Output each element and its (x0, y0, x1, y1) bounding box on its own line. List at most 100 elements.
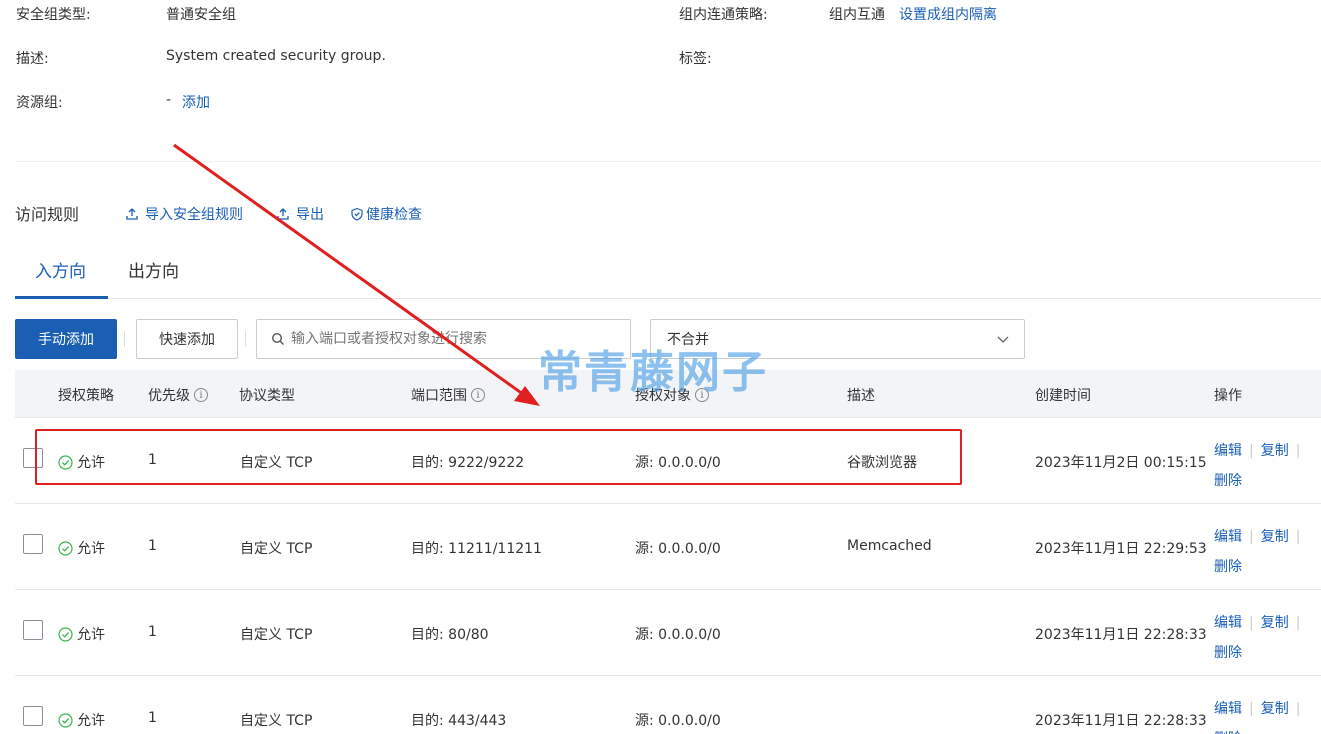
copy-link[interactable]: 复制 (1261, 529, 1289, 545)
chevron-down-icon (997, 336, 1009, 343)
direction-tabs: 入方向 出方向 (15, 256, 1321, 299)
export-icon (277, 208, 289, 220)
delete-link[interactable]: 删除 (1214, 559, 1242, 575)
manual-add-button[interactable]: 手动添加 (15, 319, 117, 359)
created-cell: 2023年11月2日 00:15:15 (1035, 455, 1207, 471)
info-icon[interactable]: i (471, 388, 485, 402)
th-priority: 优先级 i (148, 385, 208, 405)
created-cell: 2023年11月1日 22:28:33 (1035, 627, 1207, 643)
resource-group-label: 资源组: (16, 95, 63, 111)
table-row: 允许 1 自定义 TCP 目的: 443/443 源: 0.0.0.0/0 20… (15, 676, 1321, 734)
policy-cell: 允许 (58, 538, 105, 558)
search-input[interactable] (291, 331, 611, 347)
check-circle-icon (58, 540, 73, 556)
row-checkbox[interactable] (23, 534, 43, 554)
th-source: 授权对象 i (635, 385, 709, 405)
desc-label: 描述: (16, 51, 49, 67)
resource-group-value: - (166, 92, 172, 108)
export-link[interactable]: 导出 (276, 204, 324, 224)
priority-cell: 1 (148, 710, 157, 726)
upload-icon (126, 208, 138, 220)
merge-select[interactable]: 不合并 (650, 319, 1025, 359)
source-cell: 源: 0.0.0.0/0 (635, 541, 721, 557)
th-created: 创建时间 (1035, 388, 1091, 404)
table-row: 允许 1 自定义 TCP 目的: 80/80 源: 0.0.0.0/0 2023… (15, 590, 1321, 676)
port-cell: 目的: 80/80 (411, 627, 489, 643)
protocol-cell: 自定义 TCP (240, 627, 313, 643)
row-actions: 编辑|复制| 删除 (1214, 694, 1307, 734)
info-icon[interactable]: i (695, 388, 709, 402)
merge-select-value: 不合并 (667, 332, 709, 348)
check-circle-icon (58, 626, 73, 642)
copy-link[interactable]: 复制 (1261, 443, 1289, 459)
health-check-label: 健康检查 (366, 207, 422, 223)
edit-link[interactable]: 编辑 (1214, 701, 1242, 717)
edit-link[interactable]: 编辑 (1214, 529, 1242, 545)
tab-inbound[interactable]: 入方向 (15, 256, 108, 299)
priority-cell: 1 (148, 452, 157, 468)
th-protocol: 协议类型 (239, 388, 295, 404)
access-rules-title: 访问规则 (15, 205, 80, 224)
row-checkbox[interactable] (23, 706, 43, 726)
desc-cell: 谷歌浏览器 (847, 455, 917, 471)
desc-cell: Memcached (847, 538, 932, 554)
quick-add-button[interactable]: 快速添加 (136, 319, 238, 359)
toolbar-separator (245, 331, 246, 347)
section-divider (15, 161, 1321, 162)
row-actions: 编辑|复制| 删除 (1214, 443, 1301, 489)
priority-cell: 1 (148, 624, 157, 640)
sg-type-label: 安全组类型: (16, 7, 91, 23)
th-desc: 描述 (847, 388, 875, 404)
search-icon (271, 332, 284, 345)
export-label: 导出 (296, 207, 324, 223)
delete-link[interactable]: 删除 (1214, 645, 1242, 661)
tab-outbound[interactable]: 出方向 (128, 256, 179, 299)
desc-value: System created security group. (166, 48, 386, 64)
copy-link[interactable]: 复制 (1261, 615, 1289, 631)
protocol-cell: 自定义 TCP (240, 713, 313, 729)
policy-cell: 允许 (58, 710, 105, 730)
created-cell: 2023年11月1日 22:28:33 (1035, 713, 1207, 729)
source-cell: 源: 0.0.0.0/0 (635, 713, 721, 729)
add-resource-group-link[interactable]: 添加 (182, 92, 210, 112)
table-row: 允许 1 自定义 TCP 目的: 9222/9222 源: 0.0.0.0/0 … (15, 418, 1321, 504)
priority-cell: 1 (148, 538, 157, 554)
table-header: 授权策略 优先级 i 协议类型 端口范围 i 授权对象 i 描述 创建时间 操作 (15, 370, 1321, 418)
protocol-cell: 自定义 TCP (240, 541, 313, 557)
policy-label: 组内连通策略: (679, 7, 768, 23)
policy-cell: 允许 (58, 452, 105, 472)
table-row: 允许 1 自定义 TCP 目的: 11211/11211 源: 0.0.0.0/… (15, 504, 1321, 590)
created-cell: 2023年11月1日 22:29:53 (1035, 541, 1207, 557)
edit-link[interactable]: 编辑 (1214, 615, 1242, 631)
search-box[interactable] (256, 319, 631, 359)
edit-link[interactable]: 编辑 (1214, 443, 1242, 459)
sg-type-value: 普通安全组 (166, 7, 236, 23)
toolbar-separator (124, 331, 125, 347)
shield-icon (351, 207, 363, 221)
port-cell: 目的: 443/443 (411, 713, 507, 729)
copy-link[interactable]: 复制 (1261, 701, 1289, 717)
import-rules-link[interactable]: 导入安全组规则 (125, 204, 243, 224)
row-actions: 编辑|复制| 删除 (1214, 529, 1301, 575)
check-circle-icon (58, 712, 73, 728)
import-rules-label: 导入安全组规则 (145, 207, 243, 223)
th-ops: 操作 (1214, 388, 1242, 404)
policy-cell: 允许 (58, 624, 105, 644)
delete-link[interactable]: 删除 (1214, 473, 1242, 489)
row-checkbox[interactable] (23, 620, 43, 640)
policy-value: 组内互通 (829, 7, 885, 23)
port-cell: 目的: 11211/11211 (411, 541, 542, 557)
set-isolation-link[interactable]: 设置成组内隔离 (899, 4, 997, 24)
th-policy: 授权策略 (58, 388, 114, 404)
protocol-cell: 自定义 TCP (240, 455, 313, 471)
check-circle-icon (58, 454, 73, 470)
source-cell: 源: 0.0.0.0/0 (635, 455, 721, 471)
tags-label: 标签: (679, 51, 712, 67)
port-cell: 目的: 9222/9222 (411, 455, 525, 471)
row-checkbox[interactable] (23, 448, 43, 468)
info-icon[interactable]: i (194, 388, 208, 402)
source-cell: 源: 0.0.0.0/0 (635, 627, 721, 643)
health-check-link[interactable]: 健康检查 (350, 204, 422, 224)
th-port: 端口范围 i (411, 385, 485, 405)
row-actions: 编辑|复制| 删除 (1214, 615, 1301, 661)
